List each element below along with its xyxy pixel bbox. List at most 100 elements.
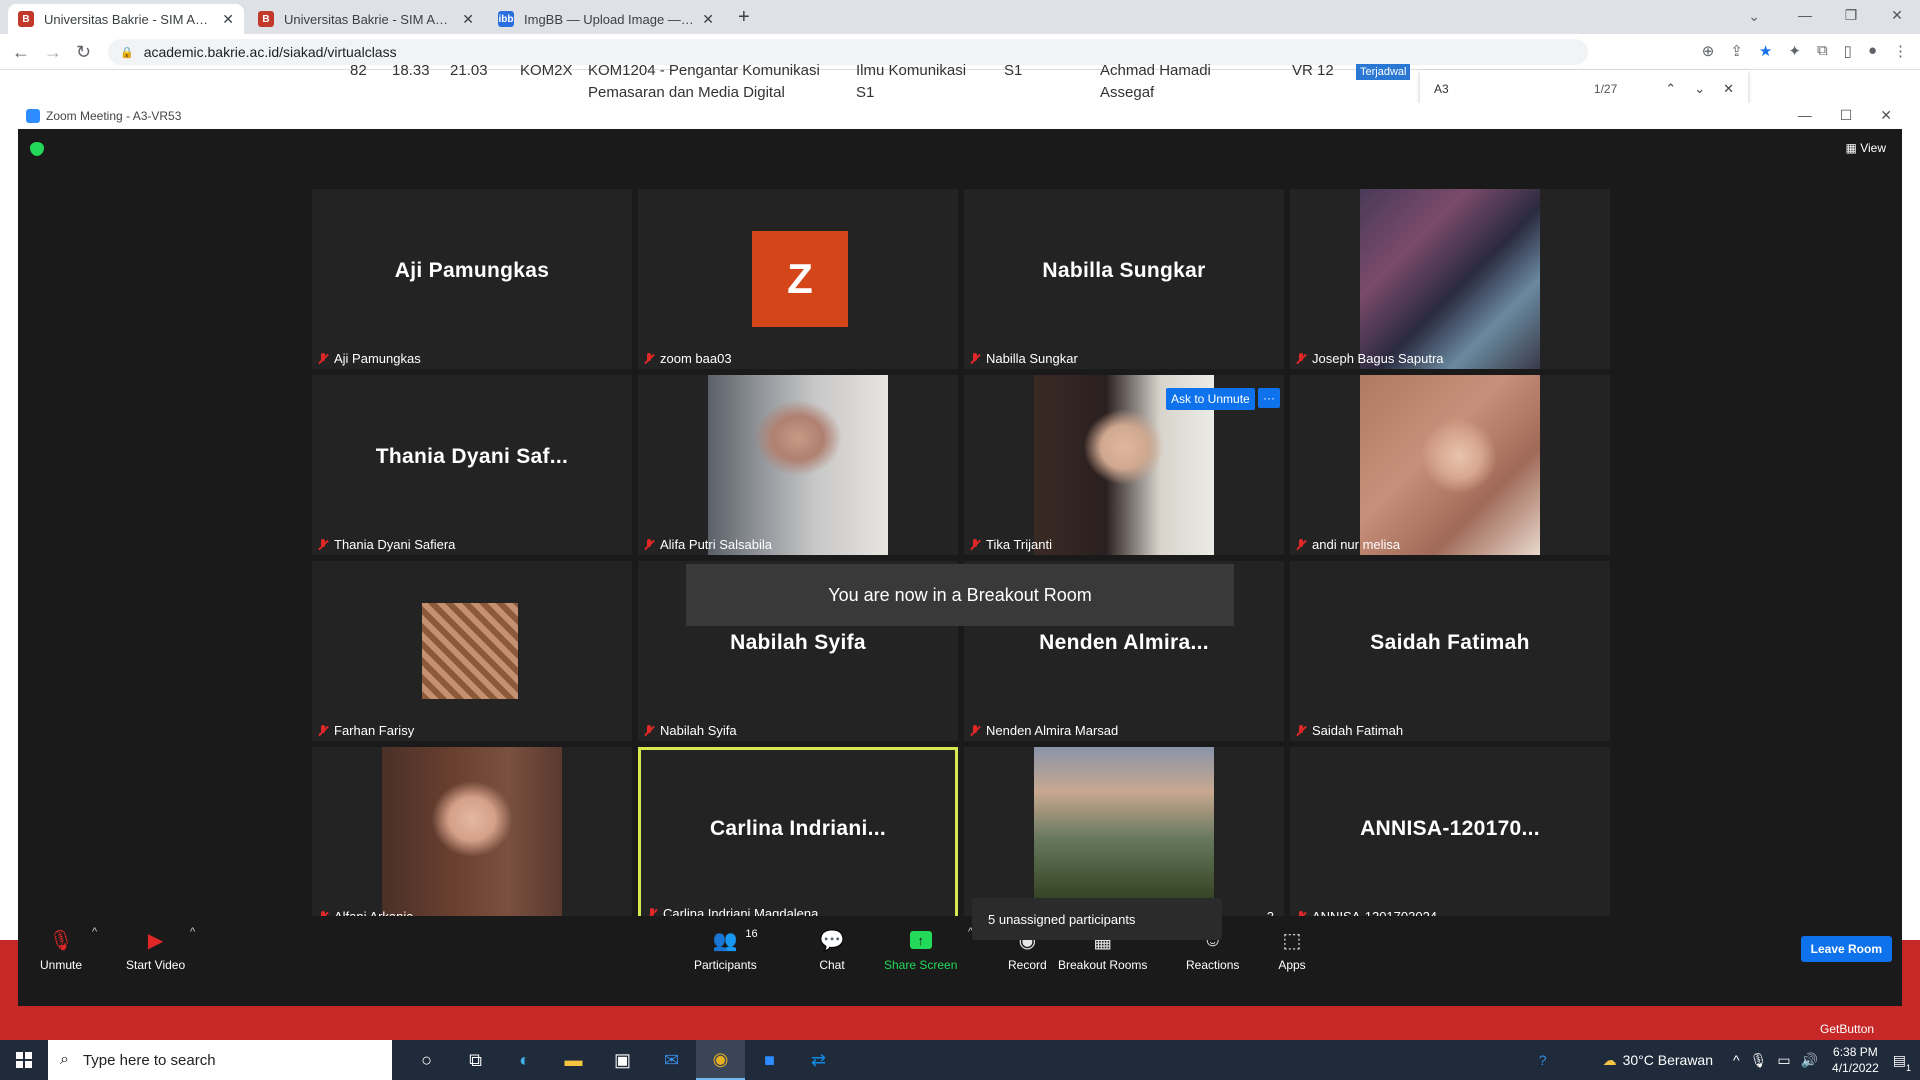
close-icon[interactable]: ✕ <box>1880 107 1892 124</box>
help-icon[interactable]: ? <box>1539 1052 1547 1068</box>
close-find-icon[interactable]: ✕ <box>1723 81 1734 97</box>
url-text: academic.bakrie.ac.id/siakad/virtualclas… <box>143 44 397 60</box>
chrome-icon[interactable]: ◉ <box>696 1040 745 1080</box>
more-options-button[interactable]: ··· <box>1258 388 1280 408</box>
zoom-icon[interactable]: ⊕ <box>1702 42 1715 60</box>
find-input[interactable]: A3 <box>1434 82 1594 96</box>
participant-tile-active-speaker[interactable]: Carlina Indriani... Carlina Indriani Mag… <box>638 747 958 927</box>
participant-photo <box>382 747 562 927</box>
security-shield-icon[interactable] <box>30 142 44 156</box>
network-icon[interactable]: ▭ <box>1777 1052 1790 1069</box>
zoom-app-icon[interactable]: ■ <box>745 1040 794 1080</box>
participant-tile[interactable]: Aji Pamungkas Aji Pamungkas <box>312 189 632 369</box>
reload-icon[interactable]: ↻ <box>76 42 91 63</box>
clock[interactable]: 6:38 PM 4/1/2022 <box>1832 1044 1879 1076</box>
tab-search-icon[interactable]: ⌄ <box>1748 8 1760 25</box>
cell: Assegaf <box>1100 84 1155 101</box>
zoom-title-bar: Zoom Meeting - A3-VR53 — ☐ ✕ <box>18 103 1902 129</box>
maximize-icon[interactable]: ☐ <box>1840 107 1853 124</box>
extension-icon[interactable]: ✦ <box>1788 42 1801 60</box>
participant-tile[interactable]: Z zoom baa03 <box>638 189 958 369</box>
participant-name: Saidah Fatimah <box>1312 723 1404 738</box>
muted-mic-icon <box>644 352 654 365</box>
file-explorer-icon[interactable]: ▬ <box>549 1040 598 1080</box>
muted-mic-icon <box>1296 352 1306 365</box>
participant-tile[interactable]: Alfani Arkania <box>312 747 632 927</box>
chat-label: Chat <box>819 958 845 972</box>
share-screen-button[interactable]: ↑ Share Screen <box>884 928 957 972</box>
notifications-icon[interactable]: ▤ 1 <box>1893 1052 1911 1073</box>
task-view-icon[interactable]: ⧉ <box>451 1040 500 1080</box>
participant-tile[interactable]: Saidah Fatimah Saidah Fatimah <box>1290 561 1610 741</box>
close-window-icon[interactable]: ✕ <box>1874 0 1920 30</box>
apps-button[interactable]: ⬚ Apps <box>1278 928 1306 973</box>
video-off-icon: ▶ <box>147 929 164 952</box>
zoom-window: Zoom Meeting - A3-VR53 — ☐ ✕ ▦ View Aji … <box>18 103 1902 1006</box>
audio-options-caret-icon[interactable]: ^ <box>92 926 97 938</box>
sidepanel-icon[interactable]: ▯ <box>1844 42 1852 60</box>
minimize-icon[interactable]: — <box>1798 107 1812 124</box>
edge-icon[interactable]: ◐ <box>500 1040 549 1080</box>
chevron-up-icon[interactable]: ⌃ <box>1665 81 1676 97</box>
puzzle-icon[interactable]: ⧉ <box>1817 42 1828 60</box>
chevron-down-icon[interactable]: ⌄ <box>1694 81 1705 97</box>
participant-tile[interactable]: andi nur melisa <box>1290 375 1610 555</box>
chat-button[interactable]: 💬 Chat <box>818 928 846 973</box>
profile-icon[interactable]: ● <box>1868 42 1877 60</box>
back-icon[interactable]: ← <box>12 42 30 63</box>
view-button[interactable]: ▦ View <box>1846 141 1886 155</box>
participant-name: Thania Dyani Safiera <box>334 537 456 552</box>
cell: 21.03 <box>450 62 488 79</box>
unassigned-participants-popup[interactable]: 5 unassigned participants <box>972 898 1222 940</box>
participant-tile[interactable]: Farhan Farisy <box>312 561 632 741</box>
participant-display-name: Nabilla Sungkar <box>1042 259 1206 282</box>
taskbar-search[interactable]: ⌕ Type here to search <box>48 1040 392 1080</box>
participant-tile[interactable]: ANNISA-120170... ANNISA-1201703024 <box>1290 747 1610 927</box>
start-video-button[interactable]: ▶ Start Video <box>126 928 185 973</box>
url-field[interactable]: 🔒 academic.bakrie.ac.id/siakad/virtualcl… <box>108 39 1588 65</box>
browser-tab-2[interactable]: B Universitas Bakrie - SIM Akadem ✕ <box>248 4 484 34</box>
new-tab-icon[interactable]: + <box>738 6 750 29</box>
store-icon[interactable]: ▣ <box>598 1040 647 1080</box>
participant-photo <box>422 603 518 699</box>
unmute-button[interactable]: 🎙 Unmute <box>40 928 83 973</box>
participant-photo <box>1360 189 1540 369</box>
close-tab-icon[interactable]: ✕ <box>222 11 234 28</box>
ask-to-unmute-button[interactable]: Ask to Unmute <box>1166 388 1255 410</box>
browser-tab-1[interactable]: B Universitas Bakrie - SIM Akadem ✕ <box>8 4 244 34</box>
participants-icon: 👥 16 <box>712 928 758 952</box>
participants-button[interactable]: 👥 16 Participants <box>694 928 758 972</box>
video-options-caret-icon[interactable]: ^ <box>190 926 195 938</box>
participants-label: Participants <box>694 958 757 972</box>
getbutton-label[interactable]: GetButton <box>1820 1022 1874 1036</box>
volume-icon[interactable]: 🔊 <box>1801 1052 1818 1069</box>
forward-icon[interactable]: → <box>44 42 62 63</box>
cortana-icon[interactable]: ○ <box>402 1040 451 1080</box>
close-tab-icon[interactable]: ✕ <box>702 11 714 28</box>
participant-tile[interactable]: Alifa Putri Salsabila <box>638 375 958 555</box>
minimize-icon[interactable]: — <box>1782 0 1828 30</box>
weather-text[interactable]: 30°C Berawan <box>1623 1052 1713 1068</box>
muted-mic-icon <box>970 724 980 737</box>
zoom-gallery: ▦ View Aji Pamungkas Aji Pamungkas Z zoo… <box>18 129 1902 927</box>
participant-tile[interactable]: Joseph Bagus Saputra <box>1290 189 1610 369</box>
browser-tab-3[interactable]: ibb ImgBB — Upload Image — Free ✕ <box>488 4 724 34</box>
close-tab-icon[interactable]: ✕ <box>462 11 474 28</box>
participant-tile[interactable]: Thania Dyani Saf... Thania Dyani Safiera <box>312 375 632 555</box>
teamviewer-icon[interactable]: ⇄ <box>794 1040 843 1080</box>
menu-icon[interactable]: ⋮ <box>1893 42 1908 60</box>
restore-icon[interactable]: ❐ <box>1828 0 1874 30</box>
cell: 18.33 <box>392 62 430 79</box>
participant-name: Aji Pamungkas <box>334 351 421 366</box>
reactions-label: Reactions <box>1186 958 1240 972</box>
bookmark-star-icon[interactable]: ★ <box>1759 42 1772 60</box>
microphone-icon[interactable]: 🎙 <box>1750 1052 1768 1069</box>
windows-start-icon[interactable] <box>16 1052 32 1068</box>
share-icon[interactable]: ⇪ <box>1730 42 1743 60</box>
leave-room-button[interactable]: Leave Room <box>1800 936 1892 962</box>
chevron-up-icon[interactable]: ^ <box>1733 1052 1740 1068</box>
mail-icon[interactable]: ✉ <box>647 1040 696 1080</box>
window-controls: — ❐ ✕ <box>1782 0 1920 34</box>
participant-tile[interactable]: Nabilla Sungkar Nabilla Sungkar <box>964 189 1284 369</box>
unmute-label: Unmute <box>40 958 83 972</box>
